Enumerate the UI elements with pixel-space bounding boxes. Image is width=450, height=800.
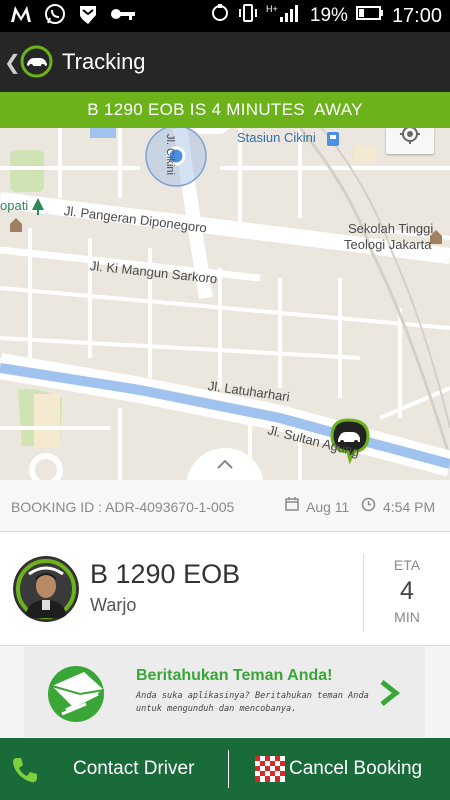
driver-plate: B 1290 EOB — [90, 559, 241, 589]
expand-panel-button[interactable] — [186, 448, 264, 480]
driver-name: Warjo — [90, 595, 137, 615]
sync-icon — [210, 3, 230, 29]
promo-text: Anda suka aplikasinya? Beritahukan teman… — [136, 691, 369, 714]
map-canvas[interactable] — [0, 128, 450, 480]
booking-info-row: BOOKING ID : ADR-4093670-1-005 Aug 11 4:… — [0, 480, 450, 532]
map-label-school: Teologi Jakarta — [344, 237, 432, 252]
clock-icon — [361, 497, 376, 512]
app-bar: ❮ Tracking — [0, 32, 450, 92]
whatsapp-icon — [44, 3, 66, 30]
booking-time: 4:54 PM — [383, 499, 436, 515]
chevron-up-icon — [217, 459, 233, 469]
vibrate-icon — [238, 3, 258, 29]
map-label-station: Stasiun Cikini — [237, 130, 316, 145]
checkered-flag-icon[interactable] — [255, 756, 285, 782]
map-label-poi: opati — [0, 198, 29, 213]
cancel-booking-button[interactable]: Cancel Booking — [289, 758, 422, 780]
park-area — [10, 150, 44, 192]
app-notification-icon — [10, 5, 32, 28]
my-location-button[interactable] — [386, 128, 434, 154]
driver-card: B 1290 EOB Warjo ETA 4 MIN — [0, 532, 450, 646]
chevron-right-icon[interactable] — [378, 680, 401, 706]
status-bar: H+ 19% 17:00 — [0, 0, 450, 32]
share-promo-card[interactable]: Beritahukan Teman Anda! Anda suka aplika… — [24, 647, 425, 737]
map-label-street: Jl. Cikini — [164, 134, 176, 175]
driver-avatar — [13, 556, 79, 622]
back-chevron-icon[interactable]: ❮ — [4, 50, 21, 75]
eta-label: ETA — [393, 557, 421, 573]
key-icon — [110, 7, 136, 26]
booking-date: Aug 11 — [306, 499, 350, 515]
map-view[interactable]: Stasiun Cikini Sekolah Tinggi Teologi Ja… — [0, 128, 450, 480]
building-area — [354, 146, 376, 162]
eta-banner: B 1290 EOB IS 4 MINUTES AWAY — [0, 92, 450, 128]
bottom-action-bar: Contact Driver Cancel Booking — [0, 738, 450, 800]
shield-icon — [78, 4, 98, 29]
eta-unit: MIN — [394, 609, 420, 625]
promo-title: Beritahukan Teman Anda! — [136, 667, 333, 684]
booking-id: BOOKING ID : ADR-4093670-1-005 — [11, 499, 235, 515]
promo-section: Beritahukan Teman Anda! Anda suka aplika… — [0, 646, 450, 738]
share-envelope-icon — [46, 664, 110, 722]
divider — [228, 750, 229, 788]
battery-icon — [355, 5, 384, 27]
clock-time: 17:00 — [391, 4, 442, 27]
crosshair-icon — [400, 128, 420, 144]
signal-icon: H+ — [266, 3, 302, 29]
app-logo-icon[interactable] — [20, 45, 53, 78]
contact-driver-button[interactable]: Contact Driver — [73, 758, 194, 780]
eta-value: 4 — [400, 577, 414, 605]
battery-percent: 19% — [309, 5, 348, 26]
building-area — [34, 394, 60, 448]
calendar-icon — [285, 497, 299, 511]
svg-text:H+: H+ — [266, 4, 278, 14]
map-label-school: Sekolah Tinggi — [348, 221, 434, 236]
page-title: Tracking — [62, 49, 146, 74]
phone-icon[interactable] — [10, 755, 40, 785]
